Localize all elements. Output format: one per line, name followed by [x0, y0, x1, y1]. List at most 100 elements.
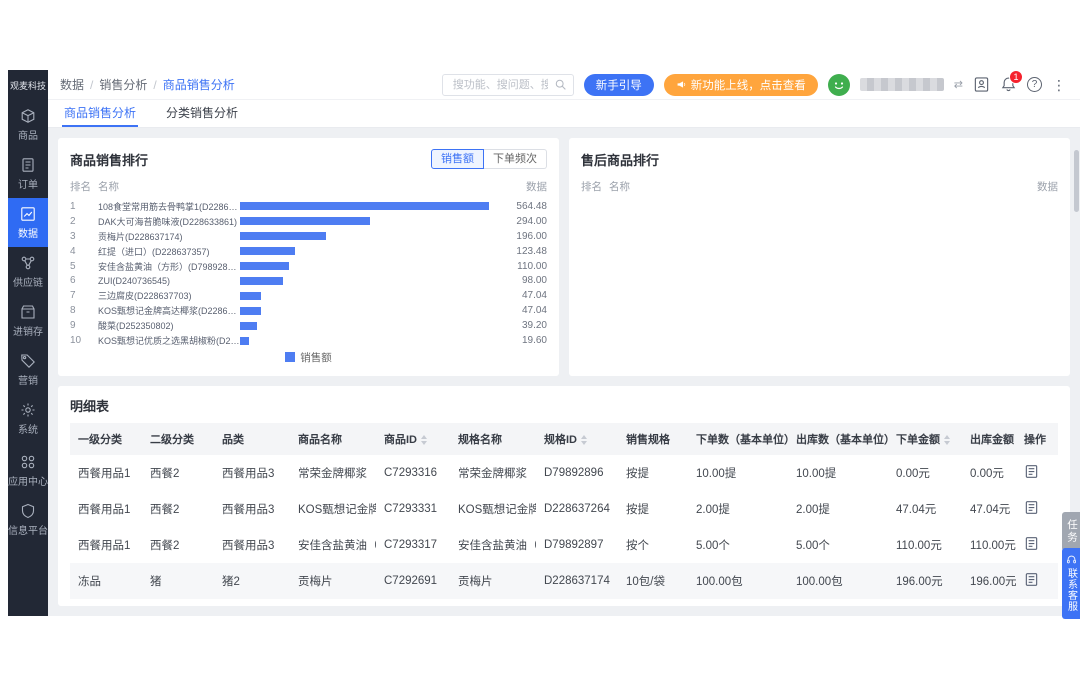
- table-row: 冻品猪猪2贡梅片C7292691贡梅片D22863717410包/袋100.00…: [70, 563, 1058, 599]
- product-name: 酸菜(D252350802): [98, 319, 240, 332]
- more-menu-icon[interactable]: ⋮: [1052, 78, 1066, 92]
- table-cell: KOS甄想记金牌高达椰浆: [450, 491, 536, 527]
- bar-track: [240, 202, 489, 210]
- sidebar-item-label: 商品: [18, 127, 38, 142]
- sidebar-item-system[interactable]: 系统: [8, 394, 48, 443]
- sidebar-item-label: 系统: [18, 421, 38, 436]
- view-report-icon[interactable]: [1024, 536, 1039, 551]
- bar-track: [240, 307, 489, 315]
- sort-icon[interactable]: [581, 435, 587, 445]
- help-icon[interactable]: ?: [1027, 77, 1042, 92]
- sidebar-item-supply-chain[interactable]: 供应链: [8, 247, 48, 296]
- contacts-icon[interactable]: [973, 76, 990, 93]
- column-header[interactable]: 出库金额: [962, 423, 1016, 455]
- sales-bar: [240, 262, 289, 270]
- table-cell: 西餐用品1: [70, 527, 142, 563]
- table-cell: 2.00提: [788, 491, 888, 527]
- rank: 3: [70, 231, 98, 242]
- rank: 8: [70, 305, 98, 316]
- sidebar-item-data[interactable]: 数据: [8, 198, 48, 247]
- table-cell: C7292691: [376, 563, 450, 599]
- table-cell: D228637264: [536, 491, 618, 527]
- sidebar-item-app-center[interactable]: 应用中心: [8, 446, 48, 495]
- sales-bar: [240, 247, 295, 255]
- headset-icon: [1066, 554, 1077, 565]
- task-float-button[interactable]: 任务: [1062, 512, 1080, 551]
- view-report-icon[interactable]: [1024, 572, 1039, 587]
- chart-row: 7三边腐皮(D228637703)47.04: [70, 288, 547, 303]
- customer-service-float-button[interactable]: 联系客服: [1062, 548, 1080, 619]
- switch-account-icon[interactable]: ⇄: [954, 78, 963, 91]
- sidebar-item-label: 进销存: [13, 323, 43, 338]
- name-column-header: 名称: [98, 179, 495, 194]
- column-header[interactable]: 下单金额: [888, 423, 962, 455]
- table-cell: 西餐用品3: [214, 491, 290, 527]
- table-cell: 猪2: [214, 563, 290, 599]
- sidebar-item-info-platform[interactable]: 信息平台: [8, 495, 48, 544]
- view-report-icon[interactable]: [1024, 464, 1039, 479]
- sidebar-item-marketing[interactable]: 营销: [8, 345, 48, 394]
- account-name-blurred[interactable]: [860, 78, 944, 91]
- rank: 4: [70, 246, 98, 257]
- table-cell: 冻品: [70, 563, 142, 599]
- search-icon[interactable]: [554, 78, 567, 91]
- table-cell: C7293331: [376, 491, 450, 527]
- toggle-sales-amount[interactable]: 销售额: [431, 149, 484, 169]
- column-header[interactable]: 规格ID: [536, 423, 618, 455]
- table-cell: C7293316: [376, 455, 450, 491]
- table-cell: 10包/袋: [618, 563, 688, 599]
- operation-cell: [1016, 491, 1058, 527]
- new-feature-button[interactable]: 新功能上线，点击查看: [664, 74, 818, 96]
- column-header[interactable]: 出库数（基本单位）: [788, 423, 888, 455]
- table-cell: 西餐用品1: [70, 455, 142, 491]
- table-cell: 按个: [618, 527, 688, 563]
- product-name: KOS甄想记金牌高达椰浆(D228637264): [98, 304, 240, 317]
- brand-logo: 观麦科技: [8, 70, 48, 100]
- toggle-order-frequency[interactable]: 下单频次: [484, 149, 547, 169]
- sidebar-item-inventory[interactable]: 进销存: [8, 296, 48, 345]
- operation-cell: [1016, 563, 1058, 599]
- sidebar-item-label: 应用中心: [8, 473, 48, 488]
- breadcrumb: 数据 / 销售分析 / 商品销售分析: [60, 76, 235, 93]
- tab-product-sales-analysis[interactable]: 商品销售分析: [62, 100, 138, 127]
- sidebar-item-products[interactable]: 商品: [8, 100, 48, 149]
- sort-icon[interactable]: [421, 435, 427, 445]
- rank: 1: [70, 201, 98, 212]
- sales-bar: [240, 307, 261, 315]
- bar-track: [240, 292, 489, 300]
- value-column-header: 数据: [495, 179, 547, 194]
- empty-chart-area: [581, 199, 1058, 366]
- sidebar-item-orders[interactable]: 订单: [8, 149, 48, 198]
- table-row: 冻品鸭鸭108食堂常用筋去骨鸭掌1C7293011108食堂常用筋去骨鸭掌1D2…: [70, 599, 1058, 606]
- table-cell: KOS甄想记金牌高达椰浆: [290, 491, 376, 527]
- link-icon: [20, 255, 36, 271]
- table-cell: 安佳含盐黄油（方形）: [450, 527, 536, 563]
- notification-bell-icon[interactable]: 1: [1000, 76, 1017, 93]
- sales-value: 123.48: [499, 246, 547, 257]
- sales-bar: [240, 202, 489, 210]
- sales-bar: [240, 322, 257, 330]
- column-header[interactable]: 商品ID: [376, 423, 450, 455]
- search-input[interactable]: [451, 78, 550, 92]
- operation-cell: [1016, 527, 1058, 563]
- rank: 2: [70, 216, 98, 227]
- breadcrumb-section[interactable]: 销售分析: [99, 76, 147, 93]
- tab-category-sales-analysis[interactable]: 分类销售分析: [164, 100, 240, 127]
- scrollbar-thumb[interactable]: [1074, 150, 1079, 212]
- breadcrumb-root[interactable]: 数据: [60, 76, 84, 93]
- topbar-actions: 新手引导 新功能上线，点击查看 ⇄: [442, 74, 1066, 96]
- global-search[interactable]: [442, 74, 574, 96]
- chart-row: 2DAK大可海苔脆味液(D228633861)294.00: [70, 214, 547, 229]
- sidebar-item-label: 订单: [18, 176, 38, 191]
- newbie-guide-button[interactable]: 新手引导: [584, 74, 654, 96]
- product-sales-ranking-card: 商品销售排行 销售额 下单频次 排名 名称 数据 1108食堂常用筋去骨鸭掌1(…: [58, 138, 559, 376]
- column-header[interactable]: 下单数（基本单位）: [688, 423, 788, 455]
- table-cell: 贡梅片: [290, 563, 376, 599]
- avatar[interactable]: [828, 74, 850, 96]
- product-name: KOS甄想记优质之选黑胡椒粉(D228634296): [98, 334, 240, 347]
- sidebar-item-label: 供应链: [13, 274, 43, 289]
- view-report-icon[interactable]: [1024, 500, 1039, 515]
- bar-track: [240, 247, 489, 255]
- table-row: 西餐用品1西餐2西餐用品3安佳含盐黄油（方形）C7293317安佳含盐黄油（方形…: [70, 527, 1058, 563]
- sort-icon[interactable]: [944, 435, 950, 445]
